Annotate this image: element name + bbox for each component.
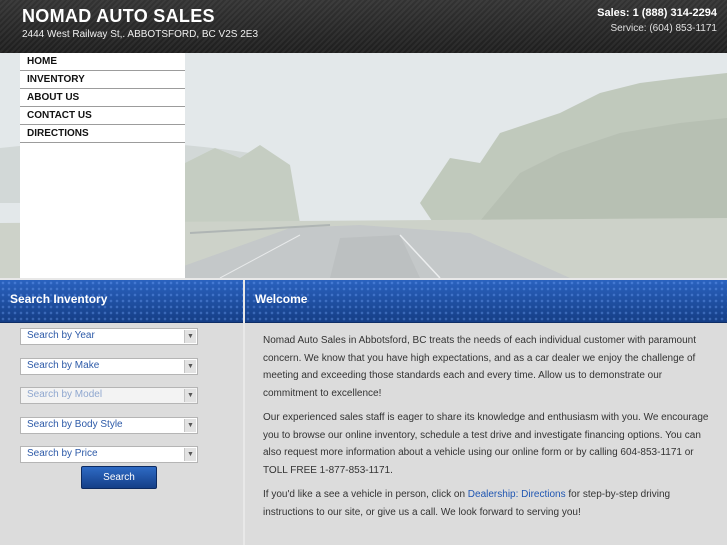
price-select[interactable]: Search by Price ▼: [20, 446, 198, 463]
page: NOMAD AUTO SALES 2444 West Railway St,. …: [0, 0, 727, 545]
dealer-address: 2444 West Railway St,. ABBOTSFORD, BC V2…: [22, 29, 259, 40]
model-select[interactable]: Search by Model ▼: [20, 387, 198, 404]
paragraph-3-before: If you'd like a see a vehicle in person,…: [263, 489, 468, 500]
search-inventory-panel: Search Inventory Search by Year ▼ Search…: [0, 280, 243, 545]
dropdown-arrow-icon: ▼: [184, 360, 196, 373]
year-select-label: Search by Year: [27, 330, 95, 341]
main-navigation: HOME INVENTORY ABOUT US CONTACT US DIREC…: [20, 53, 185, 278]
directions-link[interactable]: Dealership: Directions: [468, 489, 566, 500]
welcome-panel: Welcome Nomad Auto Sales in Abbotsford, …: [245, 280, 727, 545]
nav-home[interactable]: HOME: [20, 53, 185, 71]
brand-title[interactable]: NOMAD AUTO SALES: [22, 6, 215, 27]
nav-about-us[interactable]: ABOUT US: [20, 89, 185, 107]
make-select-label: Search by Make: [27, 360, 100, 371]
service-phone: Service: (604) 853-1171: [610, 23, 717, 34]
body-style-select[interactable]: Search by Body Style ▼: [20, 417, 198, 434]
dropdown-arrow-icon: ▼: [184, 389, 196, 402]
nav-contact-us[interactable]: CONTACT US: [20, 107, 185, 125]
dropdown-arrow-icon: ▼: [184, 448, 196, 461]
dropdown-arrow-icon: ▼: [184, 330, 196, 343]
search-button[interactable]: Search: [81, 466, 157, 489]
sales-phone: Sales: 1 (888) 314-2294: [597, 7, 717, 19]
year-select[interactable]: Search by Year ▼: [20, 328, 198, 345]
welcome-text: Nomad Auto Sales in Abbotsford, BC treat…: [263, 332, 713, 528]
price-select-label: Search by Price: [27, 448, 98, 459]
search-panel-title: Search Inventory: [0, 280, 243, 323]
welcome-paragraph-3: If you'd like a see a vehicle in person,…: [263, 486, 713, 521]
welcome-paragraph-2: Our experienced sales staff is eager to …: [263, 412, 709, 476]
welcome-paragraph-1: Nomad Auto Sales in Abbotsford, BC treat…: [263, 335, 697, 399]
dropdown-arrow-icon: ▼: [184, 419, 196, 432]
body-style-select-label: Search by Body Style: [27, 419, 123, 430]
nav-directions[interactable]: DIRECTIONS: [20, 125, 185, 143]
nav-inventory[interactable]: INVENTORY: [20, 71, 185, 89]
make-select[interactable]: Search by Make ▼: [20, 358, 198, 375]
model-select-label: Search by Model: [27, 389, 103, 400]
welcome-panel-title: Welcome: [245, 280, 727, 323]
site-header: NOMAD AUTO SALES 2444 West Railway St,. …: [0, 0, 727, 53]
